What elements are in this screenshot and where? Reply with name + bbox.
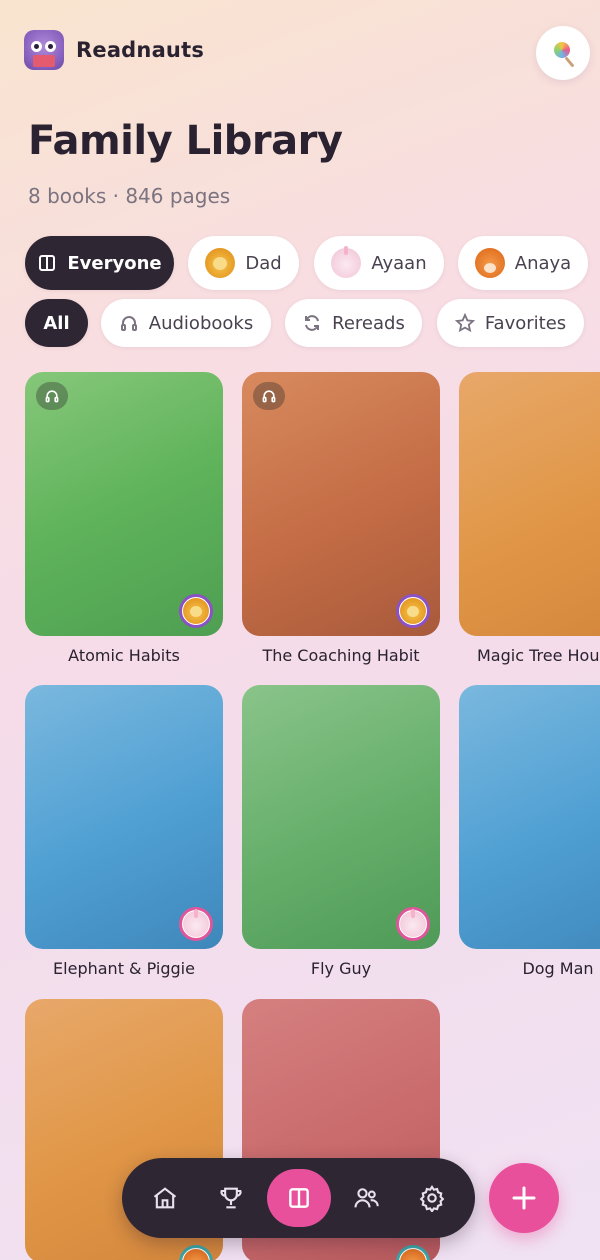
book-title: Fly Guy <box>310 959 372 978</box>
filter-anaya[interactable]: Anaya <box>458 236 588 290</box>
headphones-icon <box>120 316 137 331</box>
audiobook-badge <box>36 382 68 410</box>
filter-all[interactable]: All <box>25 299 88 347</box>
lollipop-button[interactable] <box>536 26 590 80</box>
filter-audiobooks[interactable]: Audiobooks <box>101 299 271 347</box>
app-header: Readnauts <box>24 26 590 80</box>
unicorn-avatar <box>183 909 209 937</box>
book-card[interactable]: Fly Guy <box>242 685 440 978</box>
book-title: Elephant & Piggie <box>53 959 195 978</box>
filter-rereads[interactable]: Rereads <box>285 299 422 347</box>
book-card[interactable]: Dog Man <box>459 685 600 978</box>
book-cover <box>25 372 223 636</box>
filter-favorites[interactable]: Favorites <box>437 299 584 347</box>
star-icon <box>454 313 475 333</box>
book-cover <box>242 372 440 636</box>
page-title: Family Library <box>28 118 343 164</box>
book-card[interactable]: Magic Tree House <box>459 372 600 665</box>
nav-library[interactable] <box>267 1169 331 1227</box>
book-title: The Coaching Habit <box>262 646 420 665</box>
filter-label: Audiobooks <box>148 312 254 334</box>
book-open-icon <box>289 1188 309 1208</box>
nav-family[interactable] <box>338 1170 394 1226</box>
book-cover <box>459 685 600 949</box>
fox-avatar <box>400 1249 426 1260</box>
filter-label: Ayaan <box>371 252 427 274</box>
filter-label: Anaya <box>514 252 572 274</box>
filter-label: All <box>43 312 70 334</box>
book-cover <box>242 685 440 949</box>
book-card[interactable]: Elephant & Piggie <box>25 685 223 978</box>
filter-label: Favorites <box>484 312 567 334</box>
fox-avatar <box>183 1249 209 1260</box>
book-title: Magic Tree House <box>477 646 600 665</box>
book-title: Dog Man <box>522 959 594 978</box>
headphones-icon <box>45 390 59 403</box>
nav-settings[interactable] <box>404 1170 460 1226</box>
nav-home[interactable] <box>137 1170 193 1226</box>
owl-reading-icon <box>24 30 64 70</box>
refresh-icon <box>305 315 320 331</box>
headphones-icon <box>262 390 276 403</box>
lion-avatar <box>205 248 236 278</box>
audiobook-badge <box>253 382 285 410</box>
filter-label: Rereads <box>332 312 405 334</box>
lion-avatar <box>183 598 209 624</box>
filter-dad[interactable]: Dad <box>188 236 299 290</box>
owner-avatar <box>396 1245 430 1260</box>
lion-avatar <box>400 598 426 624</box>
app-name: Readnauts <box>76 38 205 62</box>
filter-label: Dad <box>245 252 282 274</box>
owner-avatar <box>179 907 213 941</box>
filter-ayaan[interactable]: Ayaan <box>314 236 444 290</box>
filter-label: Everyone <box>67 252 162 274</box>
plus-icon <box>512 1186 536 1210</box>
unicorn-avatar <box>400 909 426 937</box>
people-icon <box>354 1188 379 1208</box>
home-icon <box>153 1187 177 1209</box>
book-card[interactable]: Atomic Habits <box>25 372 223 665</box>
book-cover <box>25 685 223 949</box>
bottom-nav <box>122 1158 475 1238</box>
book-card[interactable]: The Coaching Habit <box>242 372 440 665</box>
owner-avatar <box>396 594 430 628</box>
unicorn-avatar <box>331 246 362 278</box>
columns-icon <box>39 255 56 271</box>
book-title: Atomic Habits <box>68 646 180 665</box>
owner-avatar <box>179 594 213 628</box>
book-cover <box>459 372 600 636</box>
gear-icon <box>419 1185 445 1212</box>
fox-avatar <box>474 248 505 278</box>
add-book-button[interactable] <box>489 1163 559 1233</box>
page-subtitle: 8 books · 846 pages <box>28 184 231 208</box>
trophy-icon <box>220 1187 242 1209</box>
owner-avatar <box>396 907 430 941</box>
filter-everyone[interactable]: Everyone <box>25 236 174 290</box>
nav-achievements[interactable] <box>203 1170 259 1226</box>
lollipop-icon <box>552 40 572 60</box>
owner-avatar <box>179 1245 213 1260</box>
